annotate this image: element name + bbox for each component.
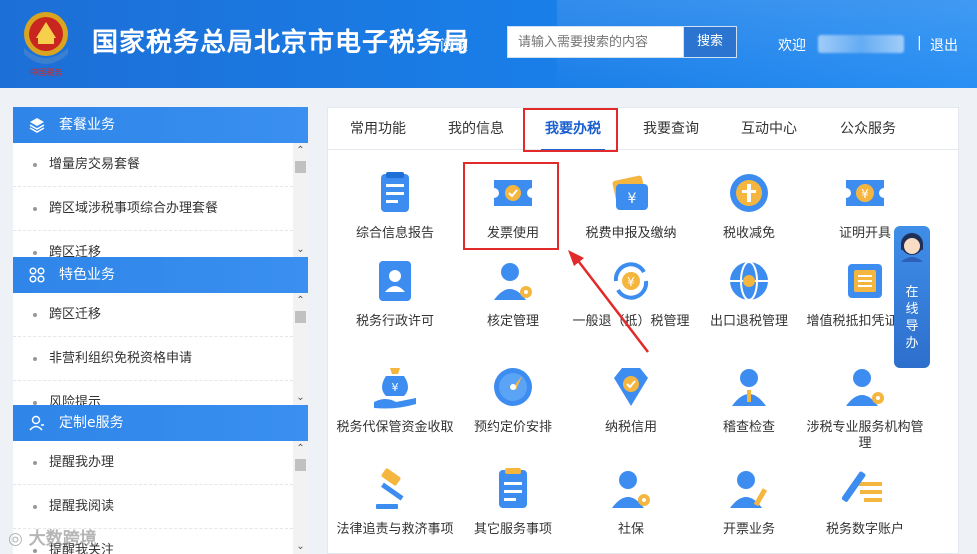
online-guide-button[interactable]: 在线导办 <box>894 226 930 368</box>
guide-text: 在线导办 <box>905 285 919 351</box>
avatar-guide-icon <box>901 233 923 262</box>
annotation-arrow-icon <box>568 250 649 353</box>
watermark-text: 大数跨境 <box>28 529 97 549</box>
watermark: ◎ 大数跨境 <box>8 529 97 549</box>
